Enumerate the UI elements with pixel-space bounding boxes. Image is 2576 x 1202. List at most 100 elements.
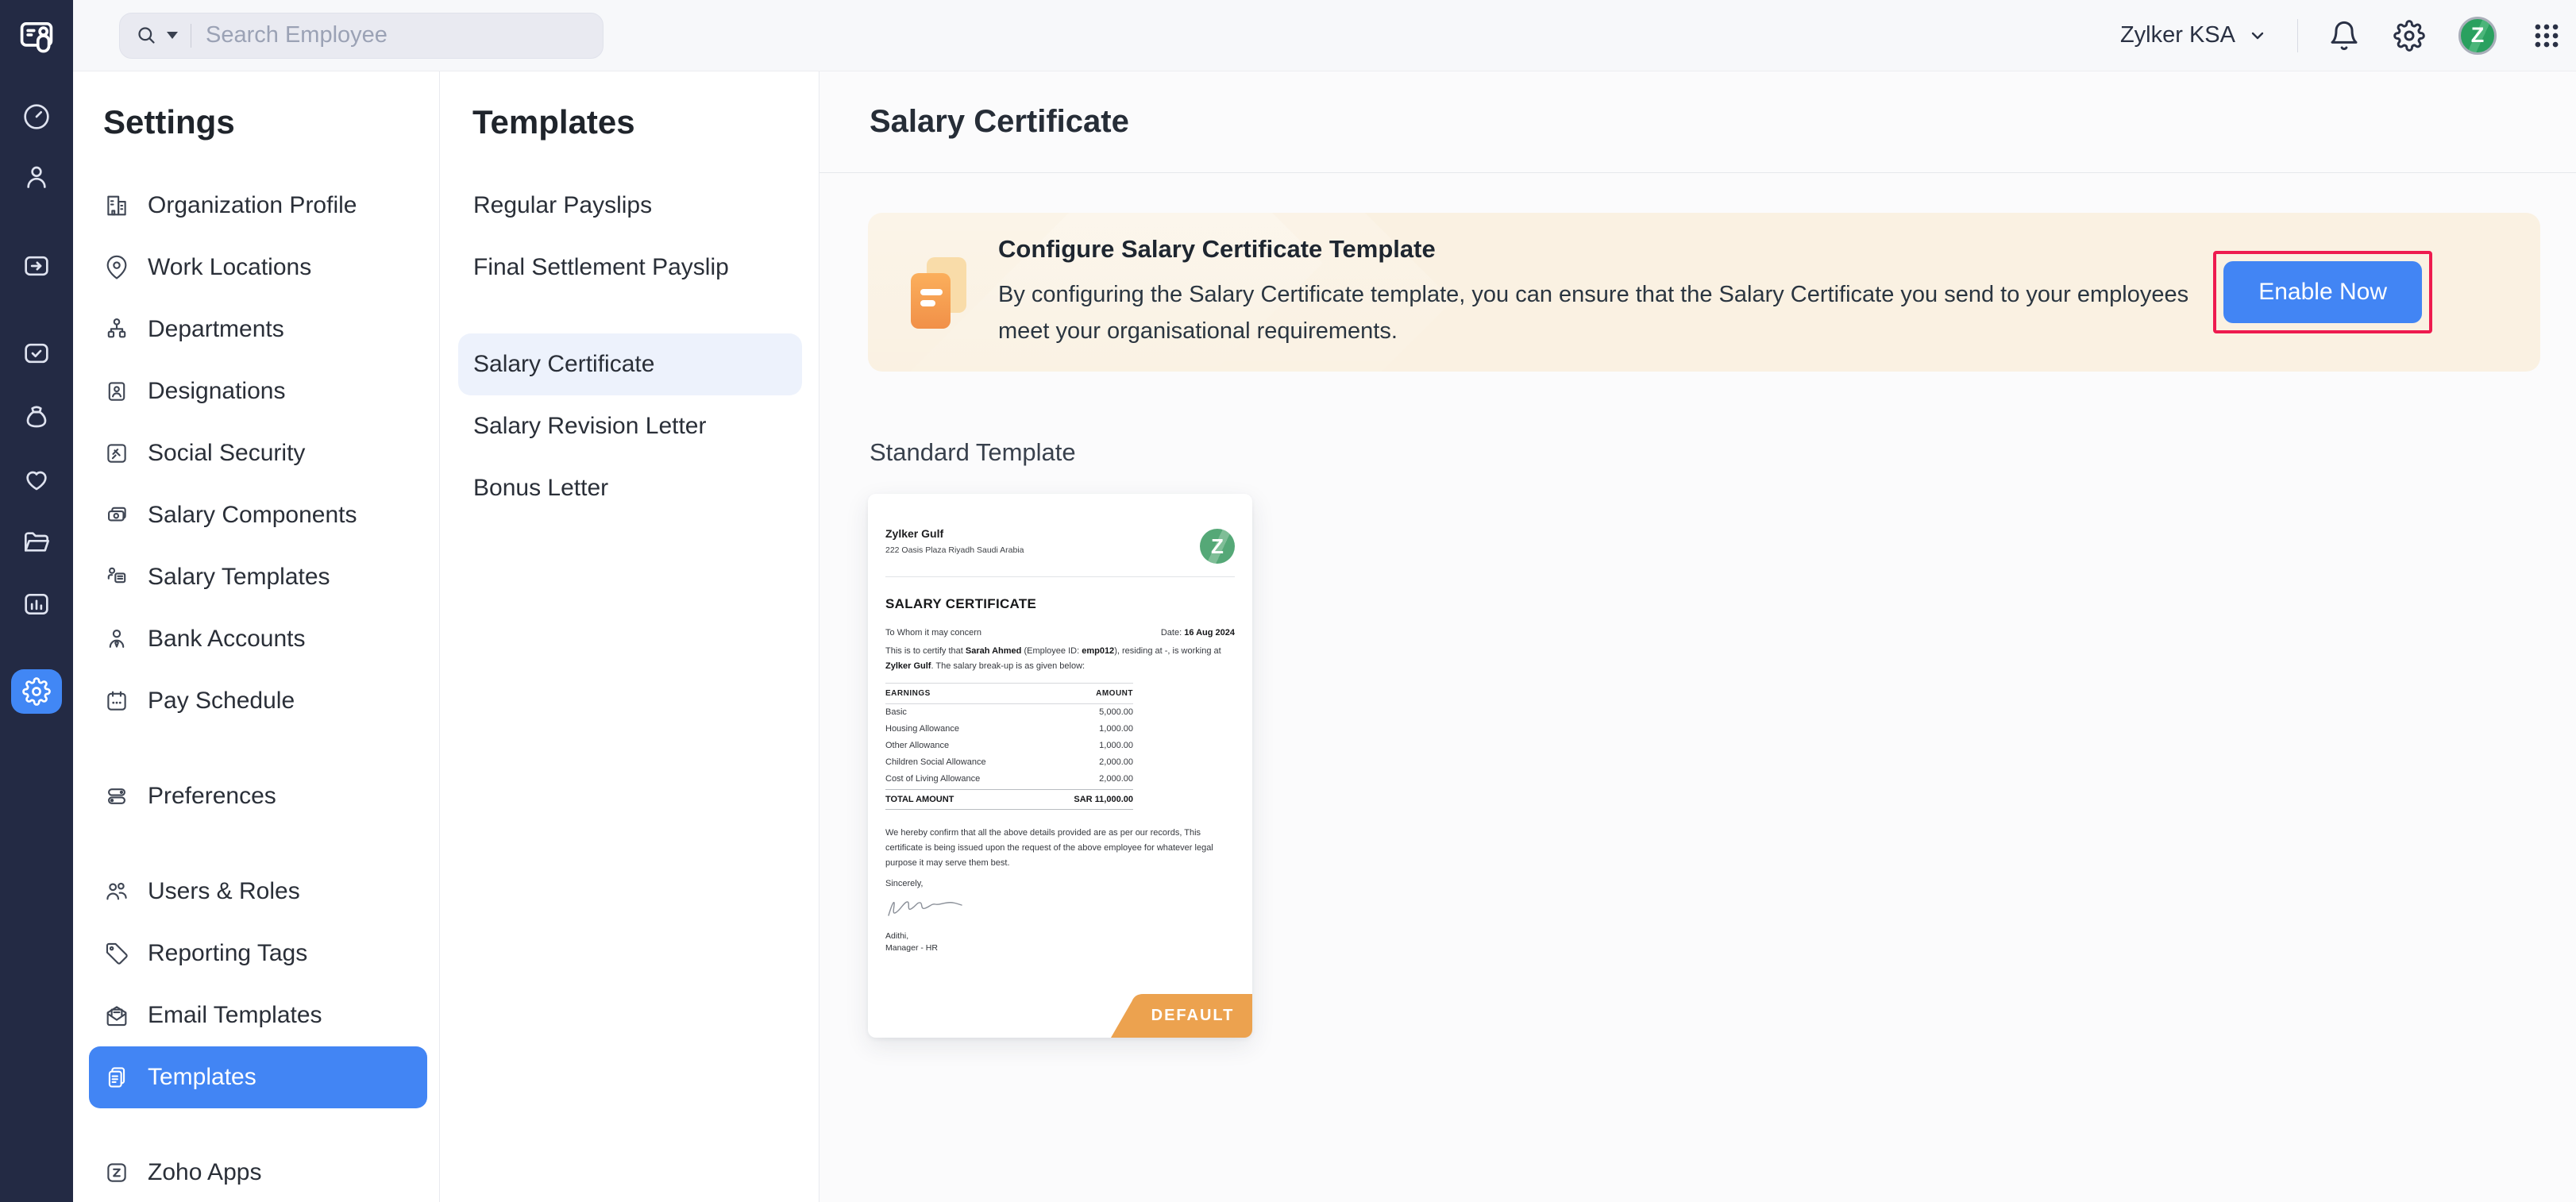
signature-image bbox=[885, 892, 1235, 924]
main-header: Salary Certificate bbox=[819, 71, 2576, 173]
dashboard-gauge-icon[interactable] bbox=[21, 101, 52, 133]
certificate-salutation-row: To Whom it may concern Date: 16 Aug 2024 bbox=[885, 628, 1235, 638]
templates-nav: Templates Regular Payslips Final Settlem… bbox=[440, 71, 819, 1202]
certificate-org-logo: Z bbox=[1200, 529, 1235, 564]
certificate-org-name: Zylker Gulf bbox=[885, 527, 1024, 540]
settings-gear-icon[interactable] bbox=[11, 669, 62, 714]
templates-nav-item-regular-payslips[interactable]: Regular Payslips bbox=[458, 175, 802, 237]
certificate-header: Zylker Gulf 222 Oasis Plaza Riyadh Saudi… bbox=[885, 527, 1235, 564]
sidebar-item-organization-profile[interactable]: Organization Profile bbox=[89, 175, 427, 237]
notifications-bell-icon[interactable] bbox=[2328, 20, 2360, 52]
table-row: Basic5,000.00 bbox=[885, 704, 1133, 721]
money-bag-icon[interactable] bbox=[21, 401, 52, 433]
payrun-box-arrow-icon[interactable] bbox=[21, 250, 52, 282]
certificate-footer: We hereby confirm that all the above det… bbox=[885, 826, 1235, 872]
sidebar-item-salary-components[interactable]: Salary Components bbox=[89, 484, 427, 546]
sidebar-item-pay-schedule[interactable]: Pay Schedule bbox=[89, 670, 427, 732]
app-logo-icon[interactable] bbox=[0, 0, 73, 71]
sidebar-item-salary-templates[interactable]: Salary Templates bbox=[89, 546, 427, 608]
employee-icon[interactable] bbox=[21, 161, 52, 193]
sidebar-item-label: Designations bbox=[148, 378, 285, 405]
sidebar-item-social-security[interactable]: Social Security bbox=[89, 422, 427, 484]
sidebar-item-zoho-apps[interactable]: Zoho Apps bbox=[89, 1142, 427, 1202]
reports-chart-icon[interactable] bbox=[21, 588, 52, 620]
templates-nav-item-bonus-letter[interactable]: Bonus Letter bbox=[458, 457, 802, 519]
sidebar-item-designations[interactable]: Designations bbox=[89, 360, 427, 422]
sidebar-item-label: Reporting Tags bbox=[148, 940, 307, 967]
documents-icon bbox=[103, 1064, 130, 1091]
sidebar-item-templates[interactable]: Templates bbox=[89, 1046, 427, 1108]
building-icon bbox=[103, 192, 130, 219]
sidebar-item-work-locations[interactable]: Work Locations bbox=[89, 237, 427, 299]
benefits-heart-icon[interactable] bbox=[21, 464, 52, 495]
documents-folder-icon[interactable] bbox=[21, 526, 52, 558]
user-avatar[interactable]: Z bbox=[2458, 17, 2497, 55]
certificate-signer: Adithi, Manager - HR bbox=[885, 930, 1235, 954]
enable-now-button[interactable]: Enable Now bbox=[2223, 261, 2422, 323]
apps-grid-icon[interactable] bbox=[2532, 21, 2562, 51]
highlight-annotation-box: Enable Now bbox=[2213, 251, 2432, 333]
sidebar-item-label: Departments bbox=[148, 316, 284, 343]
standard-template-card[interactable]: Zylker Gulf 222 Oasis Plaza Riyadh Saudi… bbox=[868, 494, 1252, 1038]
search-scope-caret-icon[interactable] bbox=[167, 32, 178, 39]
sidebar-group-gap bbox=[89, 732, 439, 765]
section-title: Standard Template bbox=[870, 438, 2576, 468]
certificate-salutation: To Whom it may concern bbox=[885, 628, 981, 638]
sidebar-item-bank-accounts[interactable]: Bank Accounts bbox=[89, 608, 427, 670]
sidebar-item-label: Organization Profile bbox=[148, 192, 357, 219]
sidebar-item-users-roles[interactable]: Users & Roles bbox=[89, 861, 427, 923]
search-box[interactable] bbox=[119, 13, 604, 59]
sidebar-item-label: Email Templates bbox=[148, 1002, 322, 1029]
sidebar-item-departments[interactable]: Departments bbox=[89, 299, 427, 360]
sidebar-item-label: Zoho Apps bbox=[148, 1159, 261, 1186]
templates-nav-item-salary-certificate[interactable]: Salary Certificate bbox=[458, 333, 802, 395]
templates-nav-list: Regular Payslips Final Settlement Paysli… bbox=[458, 175, 819, 519]
configure-banner: Configure Salary Certificate Template By… bbox=[868, 213, 2540, 372]
sidebar-group-gap bbox=[89, 1108, 439, 1142]
sidebar-item-preferences[interactable]: Preferences bbox=[89, 765, 427, 827]
sidebar-item-label: Salary Templates bbox=[148, 564, 330, 591]
sidebar-group-gap bbox=[89, 827, 439, 861]
page-title: Salary Certificate bbox=[870, 104, 1129, 140]
chevron-down-icon bbox=[2248, 26, 2267, 45]
certificate-intro: This is to certify that Sarah Ahmed (Emp… bbox=[885, 644, 1235, 675]
main-content: Salary Certificate Configure Salary bbox=[819, 71, 2576, 1202]
map-pin-icon bbox=[103, 254, 130, 281]
templates-nav-item-label: Salary Certificate bbox=[473, 351, 654, 378]
sidebar-item-reporting-tags[interactable]: Reporting Tags bbox=[89, 923, 427, 984]
calendar-icon bbox=[103, 688, 130, 715]
sidebar-title: Settings bbox=[89, 103, 439, 143]
certificate-closing: Sincerely, bbox=[885, 879, 1235, 888]
hierarchy-icon bbox=[103, 316, 130, 343]
certificate-logo-initial: Z bbox=[1211, 534, 1224, 559]
banner-text: Configure Salary Certificate Template By… bbox=[998, 235, 2189, 350]
topbar-divider bbox=[2297, 19, 2298, 52]
zoho-z-icon bbox=[103, 1159, 130, 1186]
sidebar-item-label: Salary Components bbox=[148, 502, 357, 529]
sidebar-item-email-templates[interactable]: Email Templates bbox=[89, 984, 427, 1046]
templates-nav-item-label: Regular Payslips bbox=[473, 192, 652, 219]
banner-description: By configuring the Salary Certificate te… bbox=[998, 276, 2189, 350]
search-input[interactable] bbox=[206, 22, 587, 48]
templates-nav-item-label: Final Settlement Payslip bbox=[473, 254, 729, 281]
org-selector[interactable]: Zylker KSA bbox=[2120, 22, 2267, 48]
sidebar-item-label: Social Security bbox=[148, 440, 305, 467]
app-rail bbox=[0, 0, 73, 1202]
default-badge: DEFAULT bbox=[1111, 994, 1252, 1038]
settings-sidebar: Settings Organization Profile Work Locat… bbox=[73, 71, 440, 1202]
templates-nav-item-salary-revision-letter[interactable]: Salary Revision Letter bbox=[458, 395, 802, 457]
document-stack-icon bbox=[903, 254, 971, 330]
table-row: Housing Allowance1,000.00 bbox=[885, 721, 1133, 738]
topbar-right-cluster: Zylker KSA Z bbox=[2120, 17, 2576, 55]
toggles-icon bbox=[103, 783, 130, 810]
person-document-icon bbox=[103, 564, 130, 591]
cash-icon bbox=[103, 502, 130, 529]
table-row: Other Allowance1,000.00 bbox=[885, 738, 1133, 754]
templates-nav-item-final-settlement-payslip[interactable]: Final Settlement Payslip bbox=[458, 237, 802, 299]
certificate-date: Date: 16 Aug 2024 bbox=[1161, 628, 1235, 638]
sidebar-list: Organization Profile Work Locations Depa… bbox=[89, 175, 439, 1202]
certificate-title: SALARY CERTIFICATE bbox=[885, 596, 1235, 612]
table-row: Cost of Living Allowance2,000.00 bbox=[885, 771, 1133, 788]
settings-gear-icon[interactable] bbox=[2393, 20, 2425, 52]
approvals-box-check-icon[interactable] bbox=[21, 337, 52, 369]
